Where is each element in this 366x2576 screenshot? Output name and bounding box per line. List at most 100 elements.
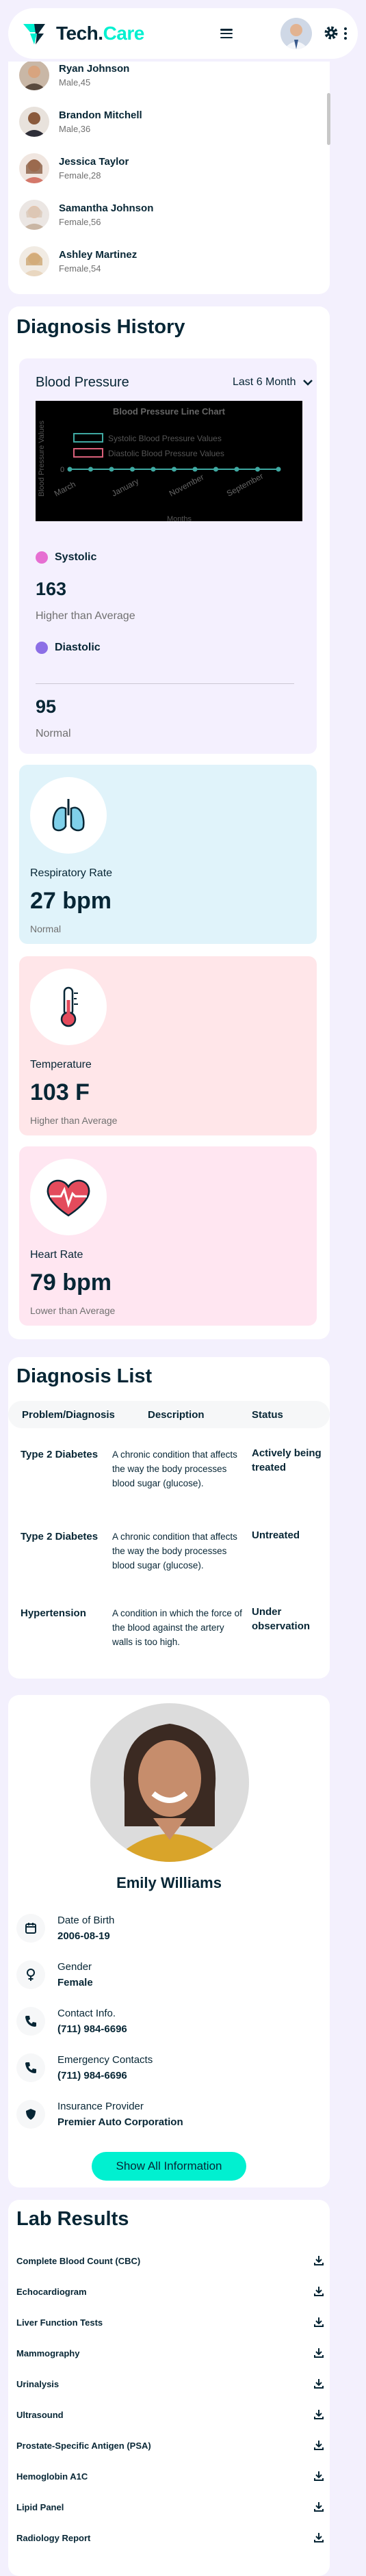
vital-value: 27 bpm (30, 888, 112, 914)
list-item[interactable]: Ashley Martinez Female,54 (19, 242, 137, 280)
list-item[interactable]: Samantha Johnson Female,56 (19, 196, 153, 234)
legend-diastolic: Diastolic Blood Pressure Values (108, 449, 224, 458)
info-row-dob: Date of Birth 2006-08-19 (16, 1914, 114, 1943)
download-icon[interactable] (313, 2255, 324, 2266)
lab-result-label: Mammography (16, 2348, 80, 2358)
vital-value: 103 F (30, 1079, 90, 1105)
lab-result-label: Urinalysis (16, 2378, 60, 2389)
systolic-dot (36, 551, 48, 564)
lab-result-label: Prostate-Specific Antigen (PSA) (16, 2440, 151, 2451)
bp-title: Blood Pressure (36, 375, 129, 390)
patient-photo (90, 1703, 249, 1862)
lab-result-item[interactable]: Lipid Panel (16, 2497, 324, 2517)
download-icon[interactable] (313, 2348, 324, 2358)
lab-result-item[interactable]: Liver Function Tests (16, 2312, 324, 2332)
x-tick-label: January (110, 476, 140, 498)
download-icon[interactable] (313, 2471, 324, 2482)
vital-label: Respiratory Rate (30, 867, 113, 879)
show-all-information-button[interactable]: Show All Information (92, 2152, 246, 2181)
range-select[interactable]: Last 6 Month (233, 376, 313, 389)
info-row-contact: Contact Info. (711) 984-6696 (16, 2007, 127, 2036)
systolic-value: 163 (36, 579, 67, 599)
respiratory-rate-card: Respiratory Rate 27 bpm Normal (19, 765, 317, 944)
lab-result-label: Echocardiogram (16, 2286, 87, 2297)
x-axis-label: Months (167, 515, 192, 521)
systolic-point (130, 466, 135, 472)
section-title: Diagnosis History (16, 316, 185, 338)
x-tick-label: September (225, 471, 265, 499)
patient-profile-card: Emily Williams Date of Birth 2006-08-19 G… (8, 1695, 330, 2187)
systolic-point (276, 466, 281, 472)
column-header: Problem/Diagnosis (22, 1409, 115, 1421)
x-tick-label: November (168, 472, 205, 498)
download-icon[interactable] (313, 2317, 324, 2328)
gear-icon[interactable] (323, 25, 339, 41)
logo[interactable]: Tech.Care (21, 18, 144, 49)
lab-results-card: Lab Results Complete Blood Count (CBC) Ec… (8, 2200, 330, 2576)
thermometer-icon (30, 969, 107, 1045)
list-item[interactable]: Brandon Mitchell Male,36 (19, 103, 142, 141)
chart-title: Blood Pressure Line Chart (113, 406, 226, 417)
download-icon[interactable] (313, 2501, 324, 2512)
more-options-icon[interactable] (343, 27, 348, 40)
download-icon[interactable] (313, 2532, 324, 2543)
x-tick-label: March (53, 479, 77, 499)
patient-name: Emily Williams (116, 1874, 222, 1891)
systolic-point (109, 466, 114, 472)
doctor-avatar[interactable] (280, 18, 312, 49)
top-navbar: Tech.Care (8, 8, 358, 59)
shield-icon (16, 2100, 45, 2129)
section-title: Diagnosis List (16, 1365, 153, 1387)
diastolic-note: Normal (36, 728, 71, 739)
lab-result-item[interactable]: Ultrasound (16, 2404, 324, 2425)
scrollbar-thumb[interactable] (327, 93, 330, 145)
logo-icon (23, 24, 45, 44)
vital-label: Temperature (30, 1059, 92, 1070)
lab-result-item[interactable]: Complete Blood Count (CBC) (16, 2250, 324, 2271)
vital-label: Heart Rate (30, 1249, 83, 1261)
chevron-down-icon (302, 380, 313, 386)
bp-chart: Blood Pressure Line Chart Systolic Blood… (36, 401, 302, 521)
lab-result-label: Ultrasound (16, 2409, 64, 2420)
patient-avatar (19, 107, 49, 137)
systolic-point (234, 466, 239, 472)
info-row-emergency: Emergency Contacts (711) 984-6696 (16, 2053, 153, 2082)
patient-avatar (19, 246, 49, 276)
blood-pressure-panel: Blood Pressure Last 6 Month Blood Pressu… (19, 358, 317, 754)
download-icon[interactable] (313, 2286, 324, 2297)
menu-icon[interactable] (220, 29, 233, 38)
lab-result-label: Complete Blood Count (CBC) (16, 2255, 141, 2266)
patient-avatar (19, 200, 49, 230)
systolic-point (88, 466, 93, 472)
list-item[interactable]: Jessica Taylor Female,28 (19, 149, 129, 187)
patient-avatar (19, 62, 49, 90)
systolic-point (172, 466, 177, 472)
lab-result-label: Liver Function Tests (16, 2317, 103, 2328)
phone-icon (16, 2053, 45, 2082)
section-title: Lab Results (16, 2208, 129, 2230)
systolic-point (192, 466, 198, 472)
vital-value: 79 bpm (30, 1270, 112, 1296)
systolic-note: Higher than Average (36, 610, 135, 622)
lab-result-item[interactable]: Mammography (16, 2343, 324, 2363)
legend-diastolic-swatch (73, 448, 103, 458)
lab-result-item[interactable]: Prostate-Specific Antigen (PSA) (16, 2435, 324, 2456)
legend-systolic-swatch (73, 433, 103, 443)
systolic-point (67, 466, 73, 472)
patients-list: Ryan Johnson Male,45 Brandon Mitchell Male… (8, 62, 330, 294)
download-icon[interactable] (313, 2409, 324, 2420)
list-item[interactable]: Ryan Johnson Male,45 (19, 62, 129, 94)
lab-result-item[interactable]: Echocardiogram (16, 2281, 324, 2302)
download-icon[interactable] (313, 2378, 324, 2389)
vital-note: Normal (30, 923, 62, 934)
info-row-gender: Gender Female (16, 1960, 93, 1989)
download-icon[interactable] (313, 2440, 324, 2451)
calendar-icon (16, 1914, 45, 1943)
lab-result-item[interactable]: Radiology Report (16, 2527, 324, 2548)
systolic-point (151, 466, 156, 472)
lab-result-item[interactable]: Urinalysis (16, 2374, 324, 2394)
table-header: Problem/Diagnosis Description Status (8, 1401, 330, 1428)
divider (36, 683, 294, 684)
lab-result-item[interactable]: Hemoglobin A1C (16, 2466, 324, 2486)
lab-result-label: Lipid Panel (16, 2501, 64, 2512)
